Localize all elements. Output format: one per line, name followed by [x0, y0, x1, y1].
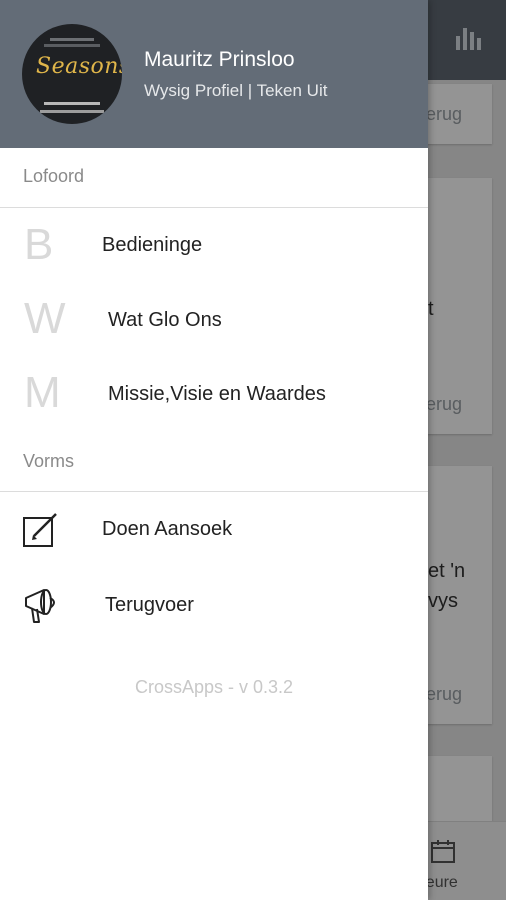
- letter-icon: B: [24, 220, 54, 269]
- avatar-decoration: [50, 38, 94, 41]
- avatar-script-text: Seasons: [36, 54, 122, 79]
- navigation-drawer: Seasons Mauritz Prinsloo Wysig Profiel |…: [0, 0, 428, 900]
- menu-item-label: Bedieninge: [102, 234, 203, 256]
- letter-icon: W: [24, 294, 66, 343]
- drawer-header: Seasons Mauritz Prinsloo Wysig Profiel |…: [0, 0, 428, 148]
- edit-form-icon: [23, 513, 57, 547]
- menu-item-bedieninge[interactable]: B Bedieninge: [0, 216, 428, 276]
- menu-item-doen-aansoek[interactable]: Doen Aansoek: [0, 500, 428, 560]
- menu-item-label: Doen Aansoek: [102, 518, 233, 540]
- megaphone-icon: [25, 589, 55, 623]
- avatar-decoration: [44, 102, 100, 105]
- divider: [0, 491, 428, 492]
- menu-item-label: Terugvoer: [105, 594, 194, 616]
- avatar[interactable]: Seasons: [22, 24, 122, 124]
- menu-item-missie-visie-waardes[interactable]: M Missie,Visie en Waardes: [0, 364, 428, 424]
- avatar-decoration: [44, 44, 100, 47]
- user-name: Mauritz Prinsloo: [144, 48, 295, 71]
- letter-icon: M: [24, 368, 61, 417]
- section-label-vorms: Vorms: [23, 451, 75, 471]
- profile-links[interactable]: Wysig Profiel | Teken Uit: [144, 81, 327, 101]
- divider: [0, 207, 428, 208]
- menu-item-label: Missie,Visie en Waardes: [108, 383, 326, 405]
- menu-item-label: Wat Glo Ons: [108, 309, 222, 331]
- app-version: CrossApps - v 0.3.2: [134, 677, 294, 697]
- menu-item-terugvoer[interactable]: Terugvoer: [0, 574, 428, 634]
- avatar-decoration: [40, 110, 104, 113]
- section-label-lofoord: Lofoord: [23, 166, 85, 186]
- menu-item-wat-glo-ons[interactable]: W Wat Glo Ons: [0, 290, 428, 350]
